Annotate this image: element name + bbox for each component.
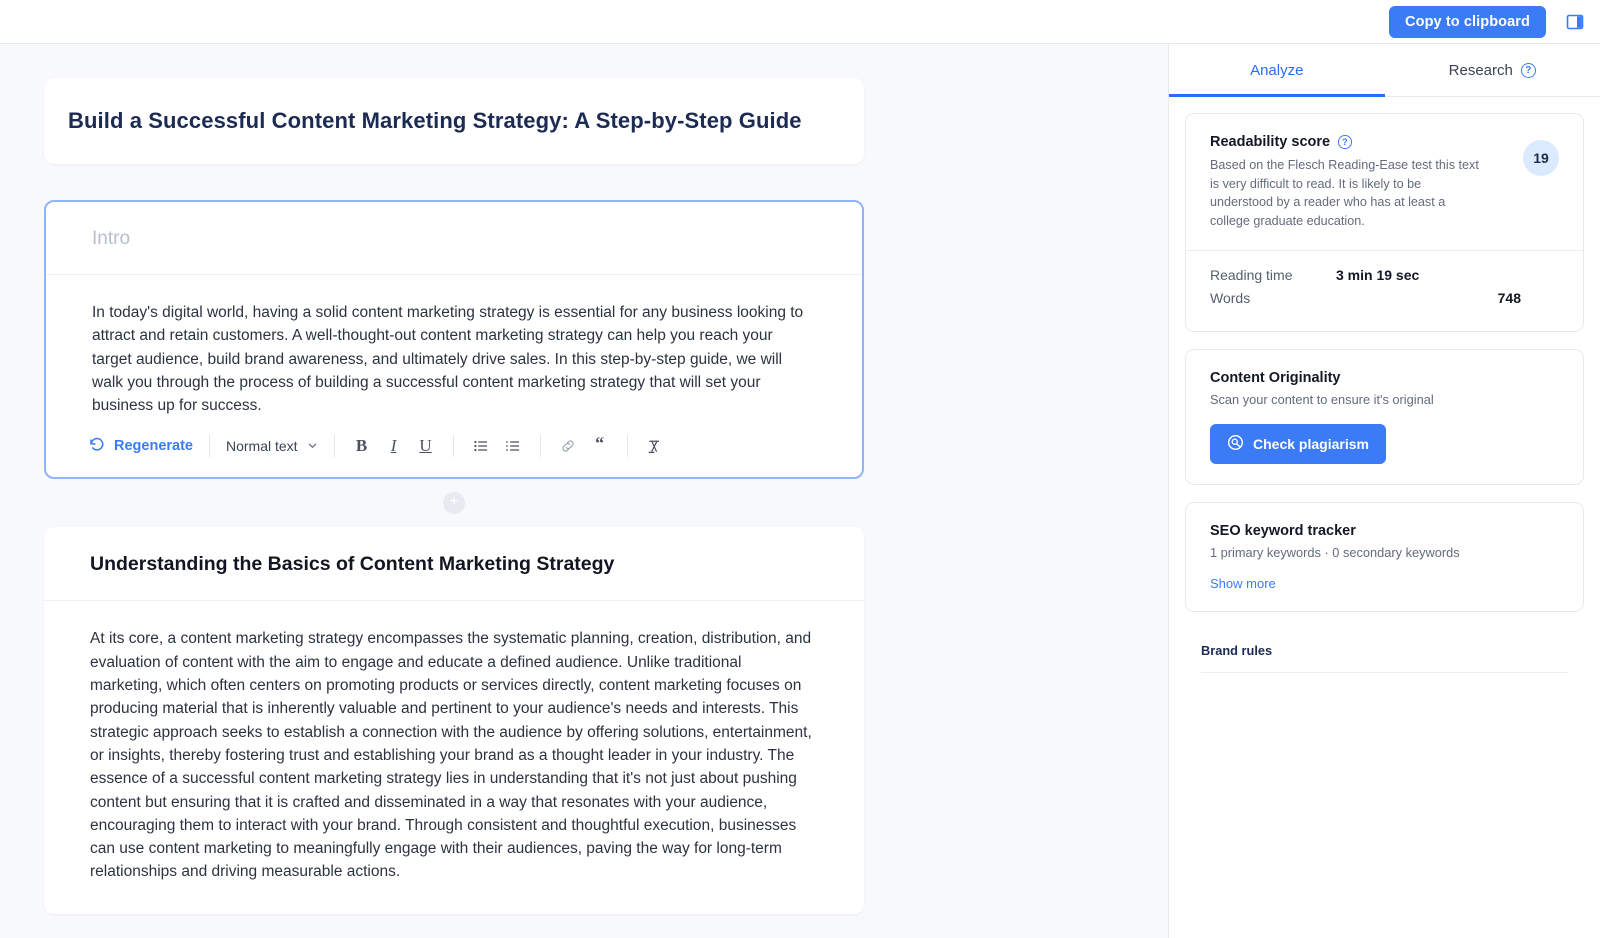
seo-keyword-tracker-card: SEO keyword tracker 1 primary keywords ·…	[1185, 502, 1584, 612]
intro-block-card[interactable]: Intro In today's digital world, having a…	[44, 200, 864, 479]
list-group	[454, 433, 540, 459]
regenerate-label: Regenerate	[114, 438, 193, 454]
readability-stats: Reading time 3 min 19 sec Words 748	[1186, 251, 1583, 331]
panel-tabs: Analyze Research ?	[1169, 44, 1600, 97]
words-label: Words	[1210, 290, 1336, 306]
reading-time-row: Reading time 3 min 19 sec	[1210, 267, 1559, 283]
panel-content: Readability score ? Based on the Flesch …	[1169, 97, 1600, 938]
bold-button[interactable]: B	[349, 433, 375, 459]
editor-pane: Build a Successful Content Marketing Str…	[0, 44, 1168, 938]
reading-time-value: 3 min 19 sec	[1336, 267, 1559, 283]
top-bar: Copy to clipboard	[0, 0, 1600, 44]
readability-score-badge: 19	[1523, 140, 1559, 176]
reading-time-label: Reading time	[1210, 267, 1336, 283]
app-root: Copy to clipboard Build a Successful Con…	[0, 0, 1600, 938]
check-plagiarism-button[interactable]: Check plagiarism	[1210, 424, 1386, 464]
text-format-group: B I U	[335, 433, 453, 459]
tab-analyze-label: Analyze	[1250, 62, 1303, 79]
intro-block-header: Intro	[46, 202, 862, 275]
help-icon[interactable]: ?	[1521, 63, 1536, 78]
text-style-value: Normal text	[226, 438, 298, 454]
numbered-list-icon[interactable]	[500, 433, 526, 459]
help-icon[interactable]: ?	[1338, 135, 1352, 149]
blockquote-icon[interactable]: “	[587, 433, 613, 459]
seo-show-more-link[interactable]: Show more	[1210, 576, 1559, 591]
readability-description: Based on the Flesch Reading-Ease test th…	[1210, 156, 1480, 230]
page-title: Build a Successful Content Marketing Str…	[68, 108, 840, 134]
content-originality-card: Content Originality Scan your content to…	[1185, 349, 1584, 485]
readability-card: Readability score ? Based on the Flesch …	[1185, 113, 1584, 332]
readability-summary: Readability score ? Based on the Flesch …	[1186, 114, 1583, 250]
body-split: Build a Successful Content Marketing Str…	[0, 44, 1600, 938]
document-title-card[interactable]: Build a Successful Content Marketing Str…	[44, 78, 864, 164]
originality-title: Content Originality	[1210, 370, 1559, 386]
undo-arrow-icon	[88, 436, 105, 457]
document-wrapper: Build a Successful Content Marketing Str…	[44, 44, 864, 914]
intro-block-label: Intro	[92, 228, 816, 250]
panel-layout-icon[interactable]	[1564, 11, 1586, 33]
section-title: Understanding the Basics of Content Mark…	[90, 553, 818, 576]
originality-description: Scan your content to ensure it's origina…	[1210, 392, 1559, 407]
bulleted-list-icon[interactable]	[468, 433, 494, 459]
editor-toolbar: Regenerate Normal text	[46, 417, 862, 477]
section-header: Understanding the Basics of Content Mark…	[44, 527, 864, 601]
brand-rules-title: Brand rules	[1201, 643, 1568, 658]
insert-group: “	[541, 433, 627, 459]
brand-rules-section: Brand rules	[1185, 629, 1584, 673]
clear-format-group	[628, 433, 682, 459]
add-block-button[interactable]: +	[443, 492, 465, 514]
underline-button[interactable]: U	[413, 433, 439, 459]
intro-paragraph: In today's digital world, having a solid…	[92, 301, 816, 417]
chevron-down-icon	[307, 438, 318, 454]
readability-title: Readability score	[1210, 134, 1330, 150]
tab-analyze[interactable]: Analyze	[1169, 44, 1385, 96]
regenerate-button[interactable]: Regenerate	[88, 436, 209, 457]
section-body[interactable]: At its core, a content marketing strateg…	[44, 601, 864, 913]
seo-description: 1 primary keywords · 0 secondary keyword…	[1210, 545, 1559, 560]
analyze-panel: Analyze Research ? Readability score	[1168, 44, 1600, 938]
check-plagiarism-label: Check plagiarism	[1253, 436, 1369, 452]
section-paragraph: At its core, a content marketing strateg…	[90, 627, 818, 883]
italic-button[interactable]: I	[381, 433, 407, 459]
intro-block-body[interactable]: In today's digital world, having a solid…	[46, 275, 862, 417]
clear-formatting-icon[interactable]	[642, 433, 668, 459]
content-section-card[interactable]: Understanding the Basics of Content Mark…	[44, 527, 864, 913]
add-block-divider: +	[44, 479, 864, 527]
seo-title: SEO keyword tracker	[1210, 523, 1559, 539]
tab-research-label: Research	[1449, 62, 1513, 79]
plagiarism-scan-icon	[1227, 434, 1244, 454]
divider	[1201, 672, 1568, 673]
words-row: Words 748	[1210, 290, 1559, 306]
copy-to-clipboard-button[interactable]: Copy to clipboard	[1389, 6, 1546, 38]
link-icon[interactable]	[555, 433, 581, 459]
words-value: 748	[1336, 290, 1559, 306]
text-style-select[interactable]: Normal text	[210, 438, 334, 454]
tab-research[interactable]: Research ?	[1385, 44, 1600, 96]
